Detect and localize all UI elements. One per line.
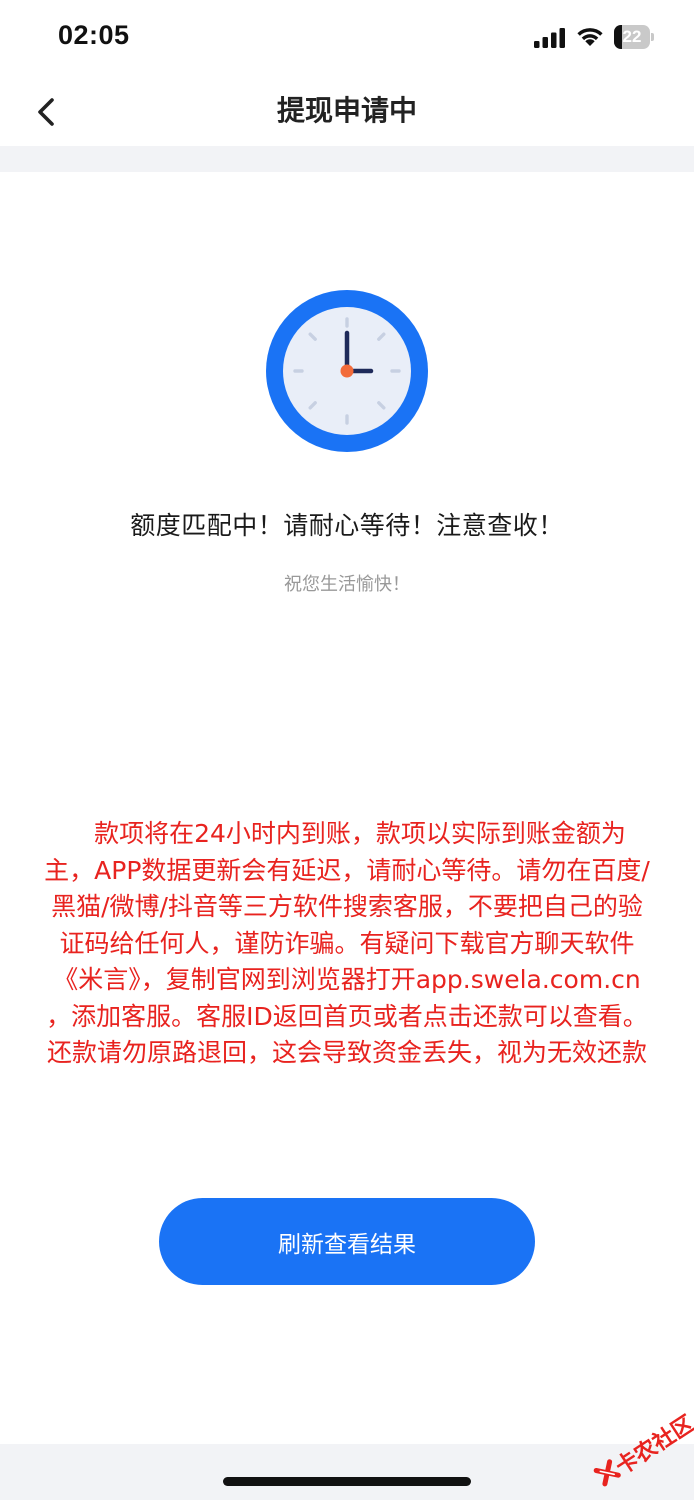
status-message: 额度匹配中！请耐心等待！注意查收！ [130,511,564,540]
nav-bar: 提现申请中 [0,76,694,146]
notice-text: 款项将在24小时内到账，款项以实际到账金额为主，APP数据更新会有延迟，请耐心等… [44,819,650,1067]
screen: 02:05 22 提现申请中 额度匹配中！请耐心等待！注意查收！ 祝您生活愉快！… [0,0,694,1500]
status-bar: 02:05 22 [0,0,694,76]
status-time: 02:05 [58,20,130,50]
header-divider [0,146,694,172]
refresh-button[interactable]: 刷新查看结果 [159,1198,535,1285]
chevron-left-icon [38,98,54,126]
signal-icon [534,28,565,48]
battery-body: 22 [614,25,650,49]
battery-icon: 22 [614,25,654,49]
clock-icon [266,290,428,452]
battery-level: 22 [622,27,642,46]
sub-message: 祝您生活愉快！ [284,574,410,595]
page-title: 提现申请中 [276,94,417,127]
home-indicator[interactable] [223,1477,471,1486]
battery-tip [651,33,654,41]
wifi-icon [577,28,603,46]
back-button[interactable] [26,90,70,134]
